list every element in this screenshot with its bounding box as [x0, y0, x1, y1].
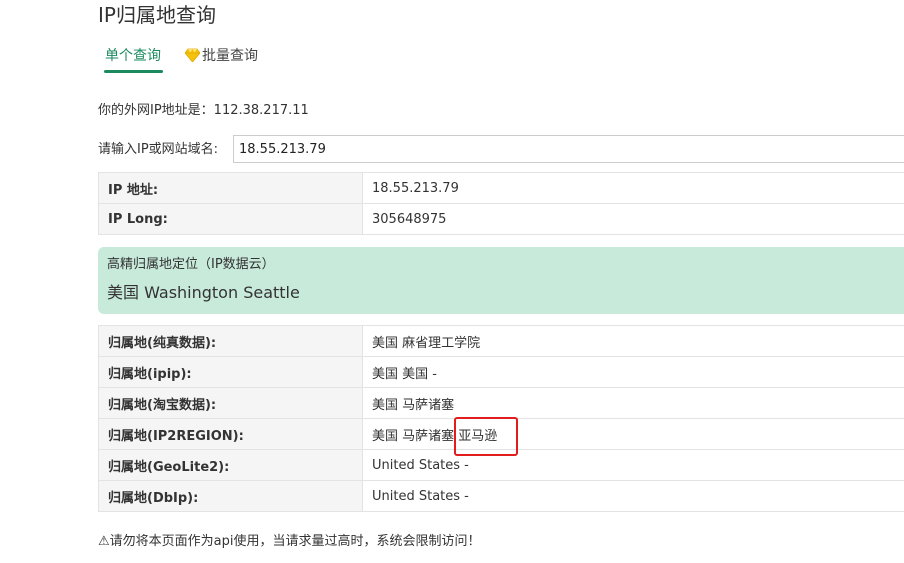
page-title: IP归属地查询 [98, 3, 216, 27]
ip-info-table: IP 地址: 18.55.213.79 IP Long: 305648975 [98, 172, 904, 235]
row-value: 美国 马萨诸塞 亚马逊 [362, 418, 904, 450]
row-key: 归属地(纯真数据): [98, 325, 363, 357]
row-key: 归属地(淘宝数据): [98, 387, 363, 419]
row-value: United States - [362, 449, 904, 481]
table-row: 归属地(IP2REGION): 美国 马萨诸塞 亚马逊 [98, 418, 904, 450]
tab-batch-query[interactable]: 批量查询 [185, 44, 258, 68]
attribution-table: 归属地(纯真数据): 美国 麻省理工学院 归属地(ipip): 美国 美国 - … [98, 325, 904, 512]
api-warning: ⚠请勿将本页面作为api使用，当请求量过高时，系统会限制访问！ [98, 534, 481, 549]
geo-subtitle: 高精归属地定位（IP数据云） [107, 257, 275, 272]
row-key: IP 地址: [98, 172, 363, 204]
row-key: 归属地(ipip): [98, 356, 363, 388]
geo-location-panel: 高精归属地定位（IP数据云） 美国 Washington Seattle [98, 247, 904, 314]
row-value: 18.55.213.79 [362, 172, 904, 204]
row-value: 美国 美国 - [362, 356, 904, 388]
search-label: 请输入IP或网站域名: [98, 142, 219, 157]
row-value: 美国 马萨诸塞 [362, 387, 904, 419]
active-tab-indicator [104, 70, 163, 73]
search-row: 请输入IP或网站域名: [98, 135, 904, 165]
row-key: IP Long: [98, 203, 363, 235]
tab-batch-label: 批量查询 [202, 48, 258, 64]
table-row: 归属地(淘宝数据): 美国 马萨诸塞 [98, 387, 904, 419]
diamond-icon [185, 48, 200, 62]
row-key: 归属地(GeoLite2): [98, 449, 363, 481]
row-value: United States - [362, 480, 904, 512]
my-ip-text: 你的外网IP地址是：112.38.217.11 [98, 103, 309, 118]
table-row: 归属地(ipip): 美国 美国 - [98, 356, 904, 388]
row-value: 美国 麻省理工学院 [362, 325, 904, 357]
tab-bar: 单个查询 批量查询 [98, 44, 498, 76]
geo-location: 美国 Washington Seattle [107, 283, 300, 302]
tab-single-query[interactable]: 单个查询 [105, 44, 161, 68]
ip-search-input[interactable] [233, 135, 904, 163]
row-key: 归属地(IP2REGION): [98, 418, 363, 450]
table-row: IP 地址: 18.55.213.79 [98, 172, 904, 204]
table-row: 归属地(GeoLite2): United States - [98, 449, 904, 481]
table-row: 归属地(纯真数据): 美国 麻省理工学院 [98, 325, 904, 357]
row-value: 305648975 [362, 203, 904, 235]
row-key: 归属地(DbIp): [98, 480, 363, 512]
table-row: IP Long: 305648975 [98, 203, 904, 235]
table-row: 归属地(DbIp): United States - [98, 480, 904, 512]
